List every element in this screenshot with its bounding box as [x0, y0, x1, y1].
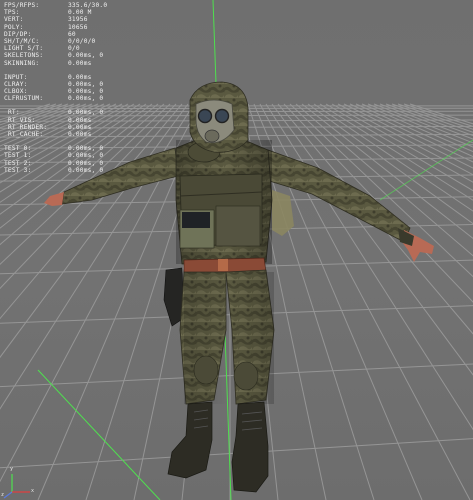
stat-value: 335.6/30.0 — [68, 2, 108, 9]
stat-label: FPS/RFPS: — [4, 2, 40, 9]
stat-label: RT: — [8, 109, 20, 117]
stat-value: 0.00ms — [68, 131, 92, 138]
stat-value: 0.00ms — [68, 116, 92, 124]
stat-label: SKINNING: — [4, 59, 40, 67]
stat-label: RT_CACHE: — [8, 131, 44, 138]
stat-value: 0.00ms, 0 — [68, 52, 104, 60]
stat-label: DIP/DP: — [4, 30, 32, 38]
stat-label: RT_RENDER: — [8, 123, 48, 131]
stat-value: 0/0/0/0 — [68, 37, 96, 45]
gizmo-y-label: y — [10, 466, 14, 472]
stat-label: TEST 0: — [4, 145, 32, 153]
stat-label: SKELETONS: — [4, 52, 44, 60]
stat-value: 0.00ms, 0 — [68, 88, 104, 96]
stat-value: 0.00ms — [68, 59, 92, 67]
stat-value: 0.00ms, 0 — [68, 95, 104, 103]
stat-label: TEST 3: — [4, 166, 32, 174]
stat-label: VERT: — [4, 16, 24, 24]
stat-value: 60 — [68, 30, 76, 38]
stat-label: TEST 1: — [4, 152, 32, 160]
stat-label: TPS: — [4, 9, 20, 17]
stat-label: RT_VIS: — [8, 116, 36, 124]
stat-value: 0/0 — [68, 45, 80, 53]
gizmo-z-label: z — [1, 492, 5, 498]
stat-label: SH/T/M/C: — [4, 37, 40, 45]
stat-label: CLRAY: — [4, 80, 28, 88]
stat-value: 0.00 M — [68, 9, 92, 17]
stat-value: 0.00ms — [68, 123, 92, 131]
stat-value: 31956 — [68, 16, 88, 24]
stat-value: 0.00ms, 0 — [68, 145, 104, 153]
stat-value: 10656 — [68, 23, 88, 31]
stat-value: 0.00ms, 0 — [68, 159, 104, 167]
stat-value: 0.00ms, 0 — [68, 152, 104, 160]
stat-value: 0.00ms, 0 — [68, 80, 104, 88]
stat-value: 0.00ms — [68, 73, 92, 81]
stat-label: TEST 2: — [4, 159, 32, 167]
stat-label: INPUT: — [4, 73, 28, 81]
stat-label: CLFRUSTUM: — [4, 95, 44, 103]
stat-value: 0.00ms, 0 — [68, 109, 104, 117]
stat-label: POLY: — [4, 23, 24, 31]
stat-label: LIGHT S/T: — [4, 45, 44, 53]
gizmo-x-label: x — [31, 488, 35, 494]
stat-label: CLBOX: — [4, 88, 28, 96]
stat-value: 0.00ms, 0 — [68, 166, 104, 174]
viewport-3d[interactable]: y x z FPS/RFPS: 335.6/30.0 TPS: 0.00 M VER… — [0, 0, 473, 500]
